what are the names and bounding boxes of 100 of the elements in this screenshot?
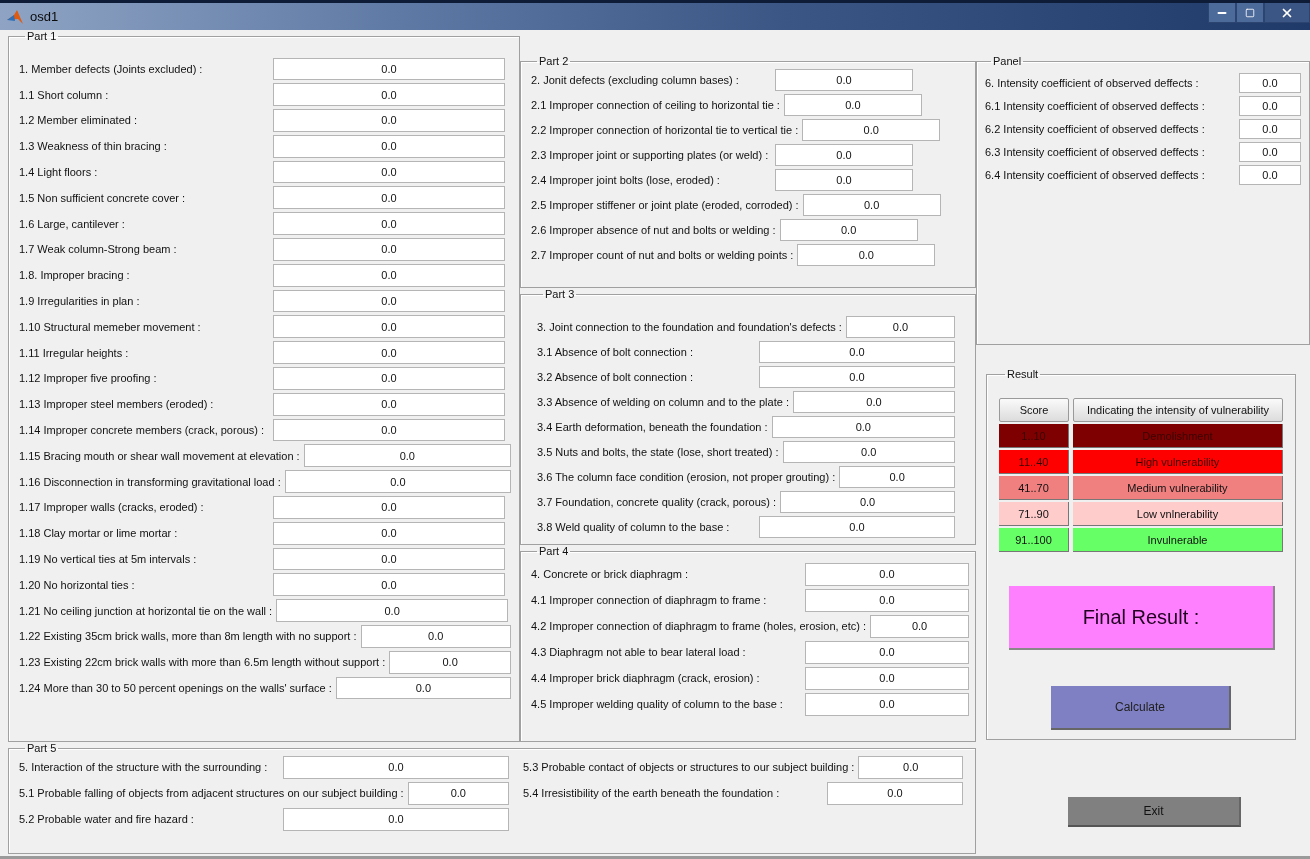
- group-title: Part 5: [26, 742, 58, 754]
- field-label: 4.5 Improper welding quality of column to the base :: [531, 698, 784, 710]
- calculate-button[interactable]: Calculate: [1051, 686, 1231, 730]
- field-label: 4.4 Improper brick diaphragm (crack, erosion) :: [531, 672, 761, 684]
- value-field[interactable]: 0.0: [303, 444, 511, 468]
- value-field[interactable]: 0.0: [273, 263, 505, 287]
- group-title: Result: [1006, 368, 1040, 380]
- value-field[interactable]: 0.0: [759, 365, 955, 388]
- value-field[interactable]: 0.0: [779, 218, 918, 241]
- value-field[interactable]: 0.0: [273, 573, 505, 597]
- value-field[interactable]: 0.0: [273, 134, 505, 158]
- field-label: 3.6 The column face condition (erosion, not proper grouting) :: [537, 470, 837, 483]
- value-field[interactable]: 0.0: [273, 57, 505, 81]
- field-label: 1.20 No horizontal ties :: [19, 578, 136, 591]
- group-title: Part 1: [26, 30, 58, 42]
- field-label: 1.8. Improper bracing :: [19, 269, 131, 282]
- field-label: 1.3 Weakness of thin bracing :: [19, 140, 168, 153]
- close-button[interactable]: [1264, 3, 1310, 23]
- field-label: 5.3 Probable contact of objects or structures to our subject building :: [523, 761, 856, 773]
- value-field[interactable]: 0.0: [1239, 164, 1301, 185]
- field-label: 2.3 Improper joint or supporting plates (or weld) :: [531, 148, 770, 161]
- maximize-button[interactable]: [1236, 3, 1264, 23]
- value-field[interactable]: 0.0: [273, 392, 505, 416]
- field-label: 4. Concrete or brick diaphragm :: [531, 568, 690, 580]
- value-field[interactable]: 0.0: [797, 243, 936, 266]
- value-field[interactable]: 0.0: [1239, 118, 1301, 139]
- value-field[interactable]: 0.0: [827, 781, 963, 805]
- value-field[interactable]: 0.0: [389, 650, 511, 674]
- value-field[interactable]: 0.0: [407, 781, 509, 805]
- value-field[interactable]: 0.0: [759, 515, 955, 538]
- minimize-button[interactable]: [1208, 3, 1236, 23]
- column-header: Score: [999, 398, 1069, 422]
- value-field[interactable]: 0.0: [273, 521, 505, 545]
- field-label: 2.7 Improper count of nut and bolts or welding points :: [531, 248, 795, 261]
- field-label: 4.1 Improper connection of diaphragm to frame :: [531, 594, 768, 606]
- value-field[interactable]: 0.0: [780, 490, 955, 513]
- value-field[interactable]: 0.0: [759, 340, 955, 363]
- value-field[interactable]: 0.0: [782, 440, 955, 463]
- value-field[interactable]: 0.0: [276, 599, 509, 623]
- window-title: osd1: [30, 9, 60, 24]
- field-label: 6.3 Intensity coefficient of observed deffects :: [985, 145, 1206, 158]
- value-field[interactable]: 0.0: [858, 755, 963, 779]
- field-label: 1.11 Irregular heights :: [19, 346, 130, 359]
- score-cell: 91..100: [999, 528, 1069, 552]
- value-field[interactable]: 0.0: [273, 547, 505, 571]
- field-label: 1.1 Short column :: [19, 88, 110, 101]
- field-label: 1.6 Large, cantilever :: [19, 217, 126, 230]
- group-title: Part 2: [538, 55, 570, 67]
- value-field[interactable]: 0.0: [273, 315, 505, 339]
- field-label: 3.2 Absence of bolt connection :: [537, 370, 694, 383]
- value-field[interactable]: 0.0: [273, 109, 505, 132]
- field-label: 3.5 Nuts and bolts, the state (lose, short treated) :: [537, 445, 780, 458]
- field-label: 1. Member defects (Joints excluded) :: [19, 62, 204, 75]
- field-label: 1.10 Structural memeber movement :: [19, 320, 202, 333]
- value-field[interactable]: 0.0: [283, 755, 509, 779]
- value-field[interactable]: 0.0: [273, 160, 505, 184]
- value-field[interactable]: 0.0: [273, 496, 505, 519]
- value-field[interactable]: 0.0: [802, 193, 941, 216]
- value-field[interactable]: 0.0: [775, 68, 913, 91]
- field-label: 2.6 Improper absence of nut and bolts or welding :: [531, 223, 777, 236]
- value-field[interactable]: 0.0: [805, 562, 969, 586]
- value-field[interactable]: 0.0: [1239, 141, 1301, 162]
- value-field[interactable]: 0.0: [845, 315, 955, 338]
- value-field[interactable]: 0.0: [283, 807, 509, 831]
- field-label: 3.7 Foundation, concrete quality (crack, porous) :: [537, 495, 778, 508]
- value-field[interactable]: 0.0: [792, 390, 955, 413]
- field-label: 3.8 Weld quality of column to the base :: [537, 520, 731, 533]
- value-field[interactable]: 0.0: [284, 470, 511, 494]
- value-field[interactable]: 0.0: [273, 341, 505, 365]
- value-field[interactable]: 0.0: [273, 212, 505, 236]
- final-result: Final Result :: [1009, 586, 1275, 650]
- value-field[interactable]: 0.0: [1239, 72, 1301, 93]
- value-field[interactable]: 0.0: [805, 640, 969, 664]
- value-field[interactable]: 0.0: [839, 465, 955, 488]
- exit-button[interactable]: Exit: [1068, 797, 1241, 827]
- value-field[interactable]: 0.0: [335, 676, 511, 700]
- value-field[interactable]: 0.0: [805, 666, 969, 690]
- value-field[interactable]: 0.0: [802, 118, 941, 141]
- value-field[interactable]: 0.0: [870, 614, 969, 638]
- value-field[interactable]: 0.0: [273, 289, 505, 313]
- value-field[interactable]: 0.0: [273, 186, 505, 210]
- field-label: 3.3 Absence of welding on column and to the plate :: [537, 395, 790, 408]
- value-field[interactable]: 0.0: [1239, 95, 1301, 116]
- field-label: 2.2 Improper connection of horizontal tie to vertical tie :: [531, 123, 800, 136]
- group-title: Panel: [992, 55, 1023, 67]
- value-field[interactable]: 0.0: [273, 238, 505, 261]
- field-label: 3.4 Earth deformation, beneath the foundation :: [537, 420, 769, 433]
- value-field[interactable]: 0.0: [273, 418, 505, 442]
- field-label: 1.5 Non sufficient concrete cover :: [19, 191, 187, 204]
- value-field[interactable]: 0.0: [360, 625, 511, 648]
- value-field[interactable]: 0.0: [273, 83, 505, 107]
- value-field[interactable]: 0.0: [775, 168, 913, 191]
- value-field[interactable]: 0.0: [783, 93, 922, 116]
- vulnerability-cell: Invulnerable: [1073, 528, 1283, 552]
- value-field[interactable]: 0.0: [273, 367, 505, 390]
- value-field[interactable]: 0.0: [771, 415, 955, 438]
- value-field[interactable]: 0.0: [805, 692, 969, 716]
- value-field[interactable]: 0.0: [775, 143, 913, 166]
- score-cell: 1..10: [999, 424, 1069, 448]
- value-field[interactable]: 0.0: [805, 588, 969, 612]
